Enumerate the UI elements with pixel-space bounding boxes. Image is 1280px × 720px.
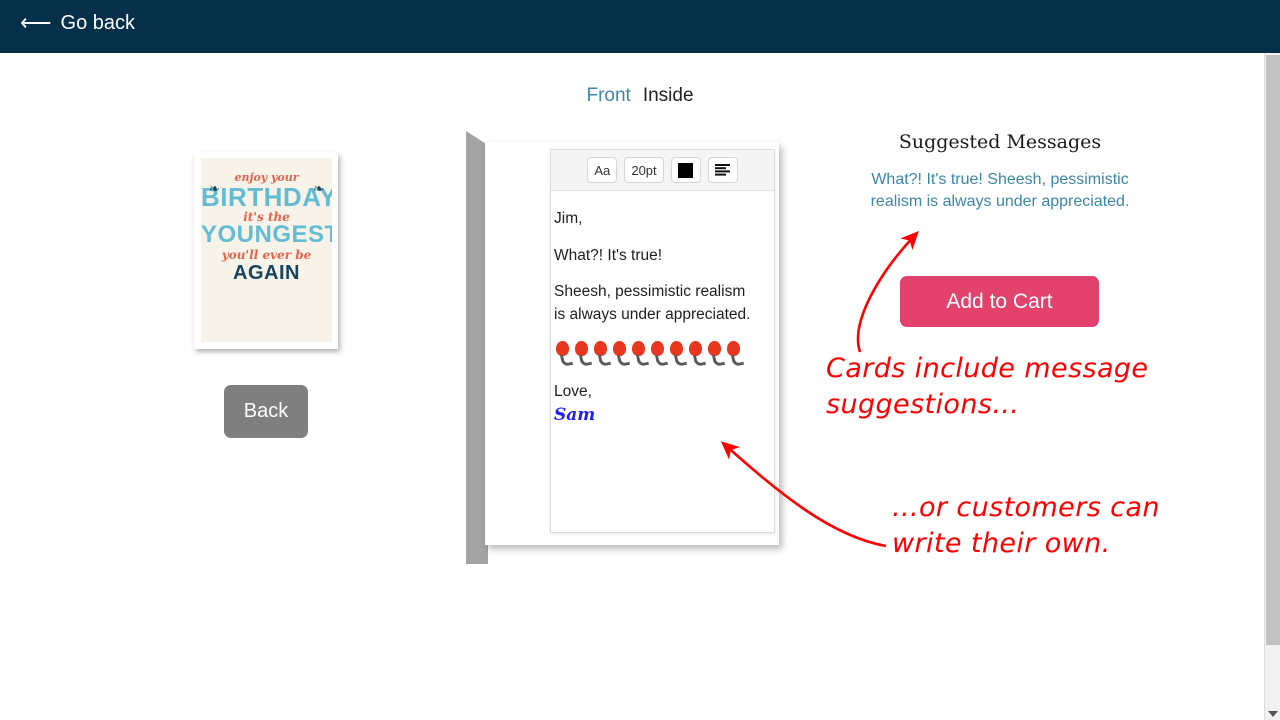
suggested-message-item[interactable]: What?! It's true! Sheesh, pessimistic re…: [866, 169, 1134, 213]
text-align-button[interactable]: [707, 157, 738, 183]
balloon-emoji: [668, 341, 687, 365]
message-greeting: Jim,: [554, 210, 583, 227]
page-scrollbar[interactable]: [1264, 53, 1280, 720]
swirl-right-icon: ❧: [313, 182, 324, 197]
card-art-line-6: AGAIN: [233, 262, 300, 284]
font-family-button[interactable]: Aa: [587, 157, 618, 183]
scrollbar-thumb[interactable]: [1266, 55, 1280, 645]
balloon-emoji: [706, 341, 725, 365]
align-left-icon: [714, 163, 730, 176]
back-arrow-icon: ⟵: [20, 9, 52, 35]
top-navigation-bar: ⟵ Go back: [0, 0, 1280, 53]
tab-inside[interactable]: Inside: [637, 85, 700, 107]
message-editor-panel[interactable]: Aa 20pt Jim, What?! It's true! Sheesh, p…: [550, 149, 775, 533]
message-line-2a: Sheesh, pessimistic realism: [554, 283, 746, 301]
balloon-emoji: [687, 341, 706, 365]
tab-front[interactable]: Front: [580, 85, 636, 107]
text-color-button[interactable]: [670, 157, 701, 183]
message-balloon-emoji-row: [554, 341, 774, 365]
message-line-1: What?! It's true!: [554, 246, 663, 264]
message-line-2b: is always under appreciated.: [554, 305, 751, 323]
go-back-button[interactable]: ⟵ Go back: [20, 9, 136, 35]
balloon-emoji: [592, 341, 611, 365]
message-closing: Love,: [554, 383, 592, 401]
balloon-emoji: [649, 341, 668, 365]
balloon-emoji: [630, 341, 649, 365]
balloon-emoji: [611, 341, 630, 365]
card-front-frame: ❧ ❧ enjoy your BIRTHDAY it's the YOUNGES…: [194, 152, 338, 349]
card-front-artwork: ❧ ❧ enjoy your BIRTHDAY it's the YOUNGES…: [201, 158, 332, 342]
card-editor-stage: Aa 20pt Jim, What?! It's true! Sheesh, p…: [455, 118, 800, 564]
balloon-emoji: [573, 341, 592, 365]
balloon-emoji: [554, 341, 573, 365]
balloon-emoji: [725, 341, 744, 365]
annotation-suggestions: Cards include message suggestions...: [826, 353, 1149, 421]
card-front-thumbnail[interactable]: ❧ ❧ enjoy your BIRTHDAY it's the YOUNGES…: [194, 152, 338, 349]
add-to-cart-button[interactable]: Add to Cart: [900, 276, 1099, 327]
card-art-line-4: YOUNGEST: [201, 221, 332, 248]
annotation-write-own: ...or customers can write their own.: [892, 492, 1160, 560]
font-size-button[interactable]: 20pt: [624, 157, 664, 183]
card-inside-page: Aa 20pt Jim, What?! It's true! Sheesh, p…: [485, 142, 779, 545]
card-art-line-5: you'll ever be: [221, 248, 312, 262]
scrollbar-down-arrow-icon[interactable]: [1268, 711, 1278, 717]
back-button[interactable]: Back: [224, 385, 308, 438]
go-back-label: Go back: [60, 12, 136, 34]
suggested-messages-title: Suggested Messages: [898, 131, 1102, 153]
swirl-left-icon: ❧: [209, 182, 220, 197]
card-side-tabs: Front Inside: [0, 85, 1280, 107]
color-swatch-icon: [678, 162, 694, 178]
message-text-area[interactable]: Jim, What?! It's true! Sheesh, pessimist…: [551, 191, 774, 426]
message-signature: Sam: [554, 404, 596, 425]
editor-toolbar: Aa 20pt: [551, 150, 774, 191]
